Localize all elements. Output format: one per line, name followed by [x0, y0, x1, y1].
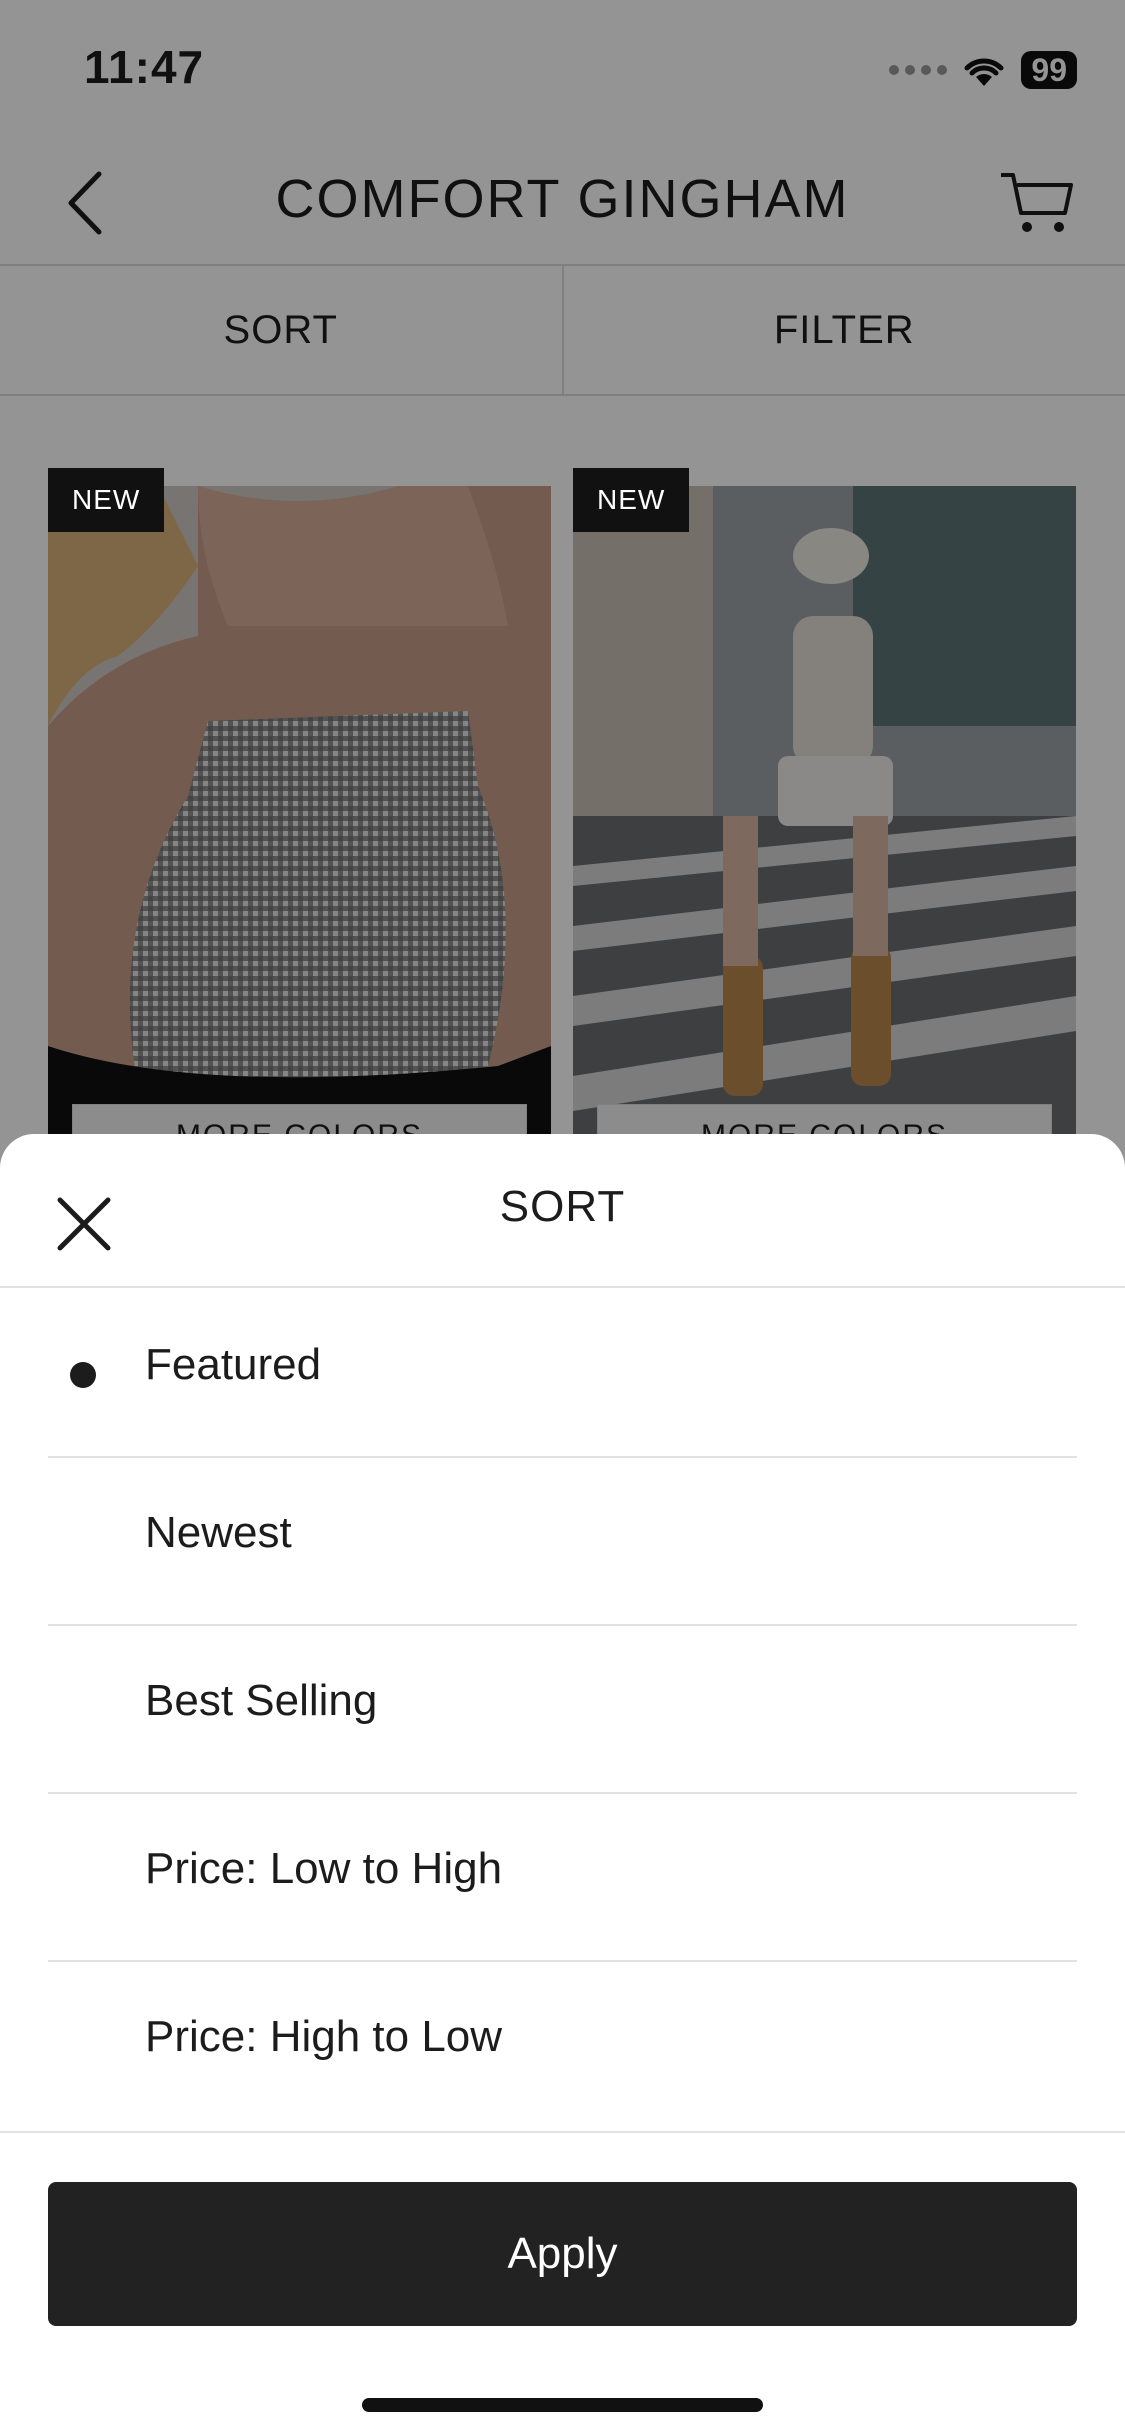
sort-option-newest[interactable]: Newest: [48, 1458, 1077, 1626]
sort-option-label: Newest: [145, 1508, 292, 1557]
sort-options-list: Featured Newest Best Selling Price: Low …: [48, 1290, 1077, 2130]
home-indicator[interactable]: [362, 2398, 763, 2412]
sort-option-label: Featured: [145, 1340, 322, 1389]
selected-indicator: [70, 1362, 96, 1388]
sort-option-label: Best Selling: [145, 1676, 378, 1725]
close-button[interactable]: [44, 1184, 124, 1264]
sort-option-label: Price: High to Low: [145, 2012, 503, 2061]
sort-option-featured[interactable]: Featured: [48, 1290, 1077, 1458]
divider: [0, 2131, 1125, 2133]
new-badge: NEW: [48, 468, 165, 532]
new-badge: NEW: [573, 468, 690, 532]
sort-option-price-high-low[interactable]: Price: High to Low: [48, 1962, 1077, 2130]
sort-option-label: Price: Low to High: [145, 1844, 503, 1893]
sheet-header: SORT: [0, 1134, 1125, 1288]
close-icon: [57, 1197, 111, 1251]
sheet-title: SORT: [499, 1182, 626, 1231]
sort-option-best-selling[interactable]: Best Selling: [48, 1626, 1077, 1794]
sort-option-price-low-high[interactable]: Price: Low to High: [48, 1794, 1077, 1962]
apply-button[interactable]: Apply: [48, 2182, 1077, 2326]
sort-bottom-sheet: SORT Featured Newest Best Selling Price:…: [0, 1134, 1125, 2436]
